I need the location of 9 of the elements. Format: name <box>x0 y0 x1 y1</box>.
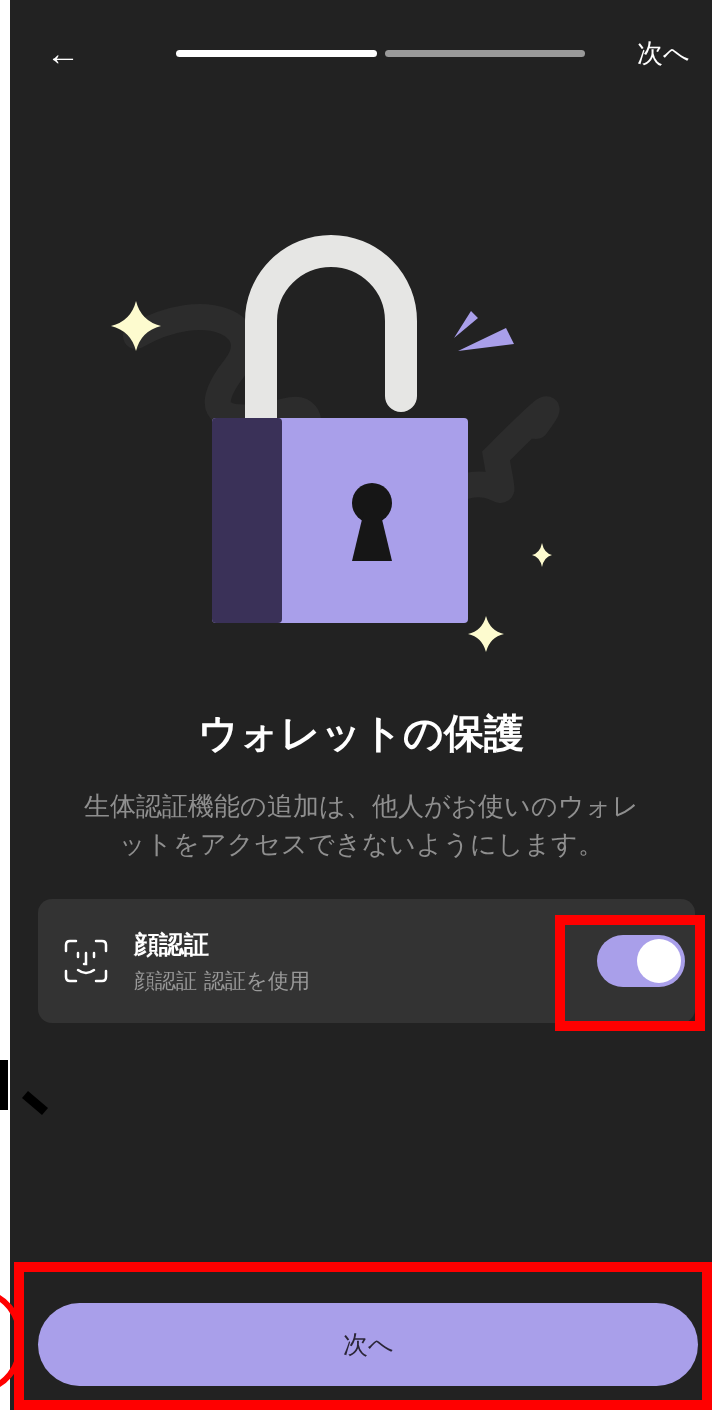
page-title: ウォレットの保護 <box>197 709 525 758</box>
setting-subtitle: 顔認証 認証を使用 <box>134 967 311 995</box>
description-text: 生体認証機能の追加は、他人がお使いのウォレットをアクセスできないようにします。 <box>82 790 640 861</box>
toggle-switch[interactable] <box>597 935 685 987</box>
next-button[interactable]: 次へ <box>38 1303 698 1386</box>
back-button[interactable]: ← <box>40 36 86 70</box>
face-id-icon <box>64 939 108 983</box>
next-link[interactable]: 次へ <box>635 35 692 71</box>
setting-title: 顔認証 <box>134 928 210 961</box>
